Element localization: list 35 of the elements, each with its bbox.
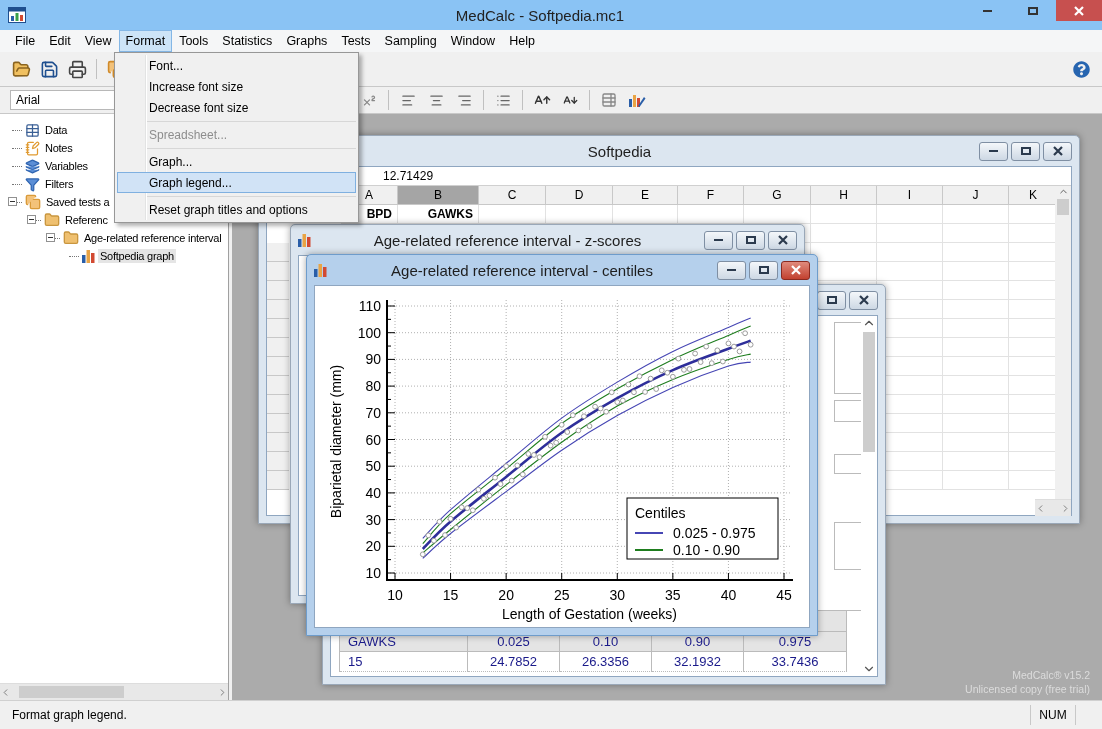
tick-label: 15 — [442, 587, 459, 603]
tick-label: 20 — [365, 538, 381, 555]
legend-title: Centiles — [635, 505, 686, 521]
tick-label: 100 — [357, 324, 381, 341]
tick-label: 25 — [553, 587, 570, 603]
tick-label: 40 — [720, 587, 737, 603]
tick-label: 80 — [365, 378, 381, 395]
window-title: Age-related reference interval - z-scores — [372, 231, 643, 249]
legend-label: 0.025 - 0.975 — [673, 525, 756, 541]
status-message: Format graph legend. — [12, 708, 128, 722]
tick-label: 50 — [365, 458, 381, 475]
tick-label: 45 — [776, 587, 792, 603]
tick-label: 110 — [358, 298, 381, 314]
tick-label: 10 — [387, 587, 403, 603]
tick-label: 70 — [365, 404, 381, 421]
window-title: Age-related reference interval - centiles — [390, 261, 654, 279]
tick-label: 30 — [365, 511, 381, 528]
table-cell: 24.7852 — [468, 652, 560, 672]
legend-label: 0.10 - 0.90 — [673, 542, 740, 558]
table-cell: 32.1932 — [652, 652, 744, 672]
axis-title: Biparietal diameter (mm) — [328, 364, 344, 519]
table-cell: 33.7436 — [744, 652, 847, 672]
table-cell: 15 — [340, 652, 468, 672]
tick-label: 30 — [609, 587, 626, 603]
window-title: Softpedia — [586, 142, 653, 160]
tick-label: 20 — [498, 587, 514, 603]
tick-label: 10 — [365, 565, 381, 581]
table-cell: 26.3356 — [560, 652, 652, 672]
status-indicator: NUM — [1030, 705, 1076, 725]
tick-label: 90 — [365, 351, 381, 368]
tick-label: 35 — [665, 587, 681, 603]
tick-label: 60 — [365, 431, 381, 448]
tick-label: 40 — [365, 484, 381, 501]
axis-title: Length of Gestation (weeks) — [501, 606, 678, 622]
window-title: MedCalc - Softpedia.mc1 — [454, 6, 626, 24]
